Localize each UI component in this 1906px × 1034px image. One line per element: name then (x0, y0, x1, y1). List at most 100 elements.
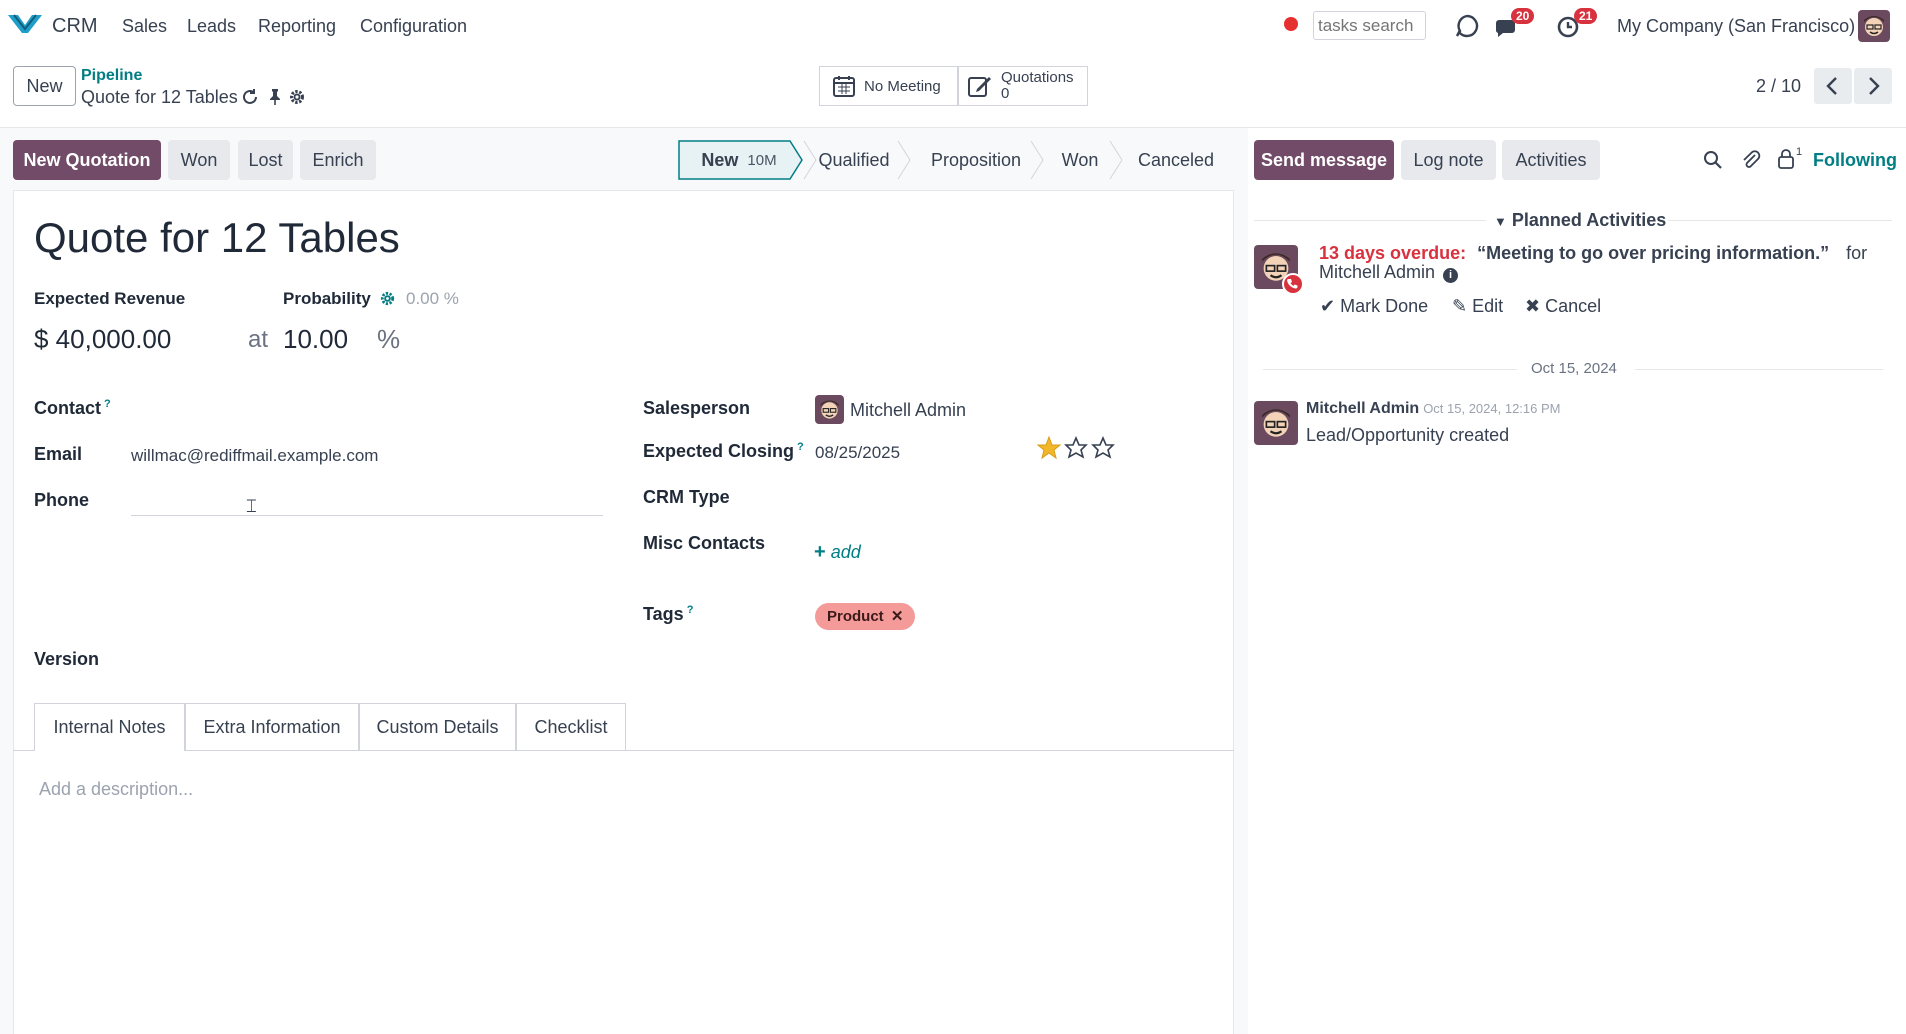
tab-internal-notes[interactable]: Internal Notes (34, 703, 185, 751)
auto-probability-value: 0.00 % (406, 289, 459, 308)
message-date: Oct 15, 2024, 12:16 PM (1423, 401, 1561, 416)
quotations-label: Quotations (1001, 69, 1074, 86)
settings-gear-icon[interactable] (288, 88, 306, 111)
pager-previous-button[interactable] (1814, 68, 1852, 104)
salesperson-field[interactable]: Mitchell Admin (850, 400, 966, 421)
chatter-search-icon[interactable] (1703, 150, 1723, 175)
edit-document-icon (967, 74, 993, 98)
messages-count-badge: 20 (1511, 8, 1535, 24)
pager-next-button[interactable] (1854, 68, 1892, 104)
menu-configuration[interactable]: Configuration (360, 16, 467, 37)
following-button[interactable]: Following (1813, 150, 1897, 171)
meeting-smart-button[interactable]: No Meeting (819, 66, 958, 106)
date-separator: Oct 15, 2024 (1531, 360, 1617, 377)
text-cursor-icon: ⌶ (246, 496, 257, 516)
probability-input[interactable]: 10.00 (283, 324, 348, 355)
activity-for: for (1846, 243, 1868, 263)
pager-value[interactable]: 2 / 10 (1756, 76, 1801, 97)
activity-info-icon[interactable]: i (1443, 268, 1459, 283)
expected-closing-field[interactable]: 08/25/2025 (815, 443, 900, 463)
new-record-button[interactable]: New (13, 66, 76, 106)
log-note-button[interactable]: Log note (1401, 140, 1496, 180)
version-label: Version (34, 649, 100, 669)
pin-icon[interactable] (267, 88, 283, 111)
contact-help-icon[interactable]: ? (104, 398, 111, 410)
breadcrumb-pipeline[interactable]: Pipeline (81, 67, 142, 85)
edit-label: Edit (1472, 296, 1504, 316)
enrich-button[interactable]: Enrich (300, 140, 376, 180)
description-editor[interactable]: Add a description... (39, 779, 193, 800)
stage-won[interactable]: Won (1044, 140, 1116, 180)
auto-probability-gear-icon[interactable] (379, 290, 396, 312)
stage-proposition[interactable]: Proposition (910, 140, 1042, 180)
followers-lock-icon[interactable] (1777, 149, 1795, 174)
recording-indicator-icon[interactable] (1284, 17, 1298, 31)
pencil-icon: ✎ (1452, 296, 1468, 316)
expected-closing-label-text: Expected Closing (643, 441, 795, 461)
message-author[interactable]: Mitchell Admin Oct 15, 2024, 12:16 PM (1306, 400, 1561, 418)
tags-help-icon[interactable]: ? (687, 604, 694, 616)
expected-revenue-label: Expected Revenue (34, 289, 186, 308)
user-avatar[interactable] (1858, 10, 1890, 42)
activities-clock-icon[interactable]: 21 (1556, 8, 1598, 40)
priority-stars[interactable] (1036, 435, 1117, 465)
voip-icon[interactable] (1453, 12, 1483, 40)
stage-new[interactable]: New 10M (680, 140, 798, 180)
send-message-button[interactable]: Send message (1254, 140, 1394, 180)
messages-icon[interactable]: 20 (1493, 8, 1535, 40)
opportunity-title[interactable]: Quote for 12 Tables (34, 214, 400, 262)
tasks-search-input[interactable] (1313, 11, 1426, 40)
mark-won-button[interactable]: Won (168, 140, 230, 180)
edit-activity-link[interactable]: ✎ Edit (1452, 296, 1503, 317)
cancel-activity-link[interactable]: ✖ Cancel (1525, 296, 1601, 317)
breadcrumb-current: Quote for 12 Tables (81, 87, 238, 107)
expected-revenue-input[interactable]: $ 40,000.00 (34, 324, 171, 355)
activity-summary: 13 days overdue: “Meeting to go over pri… (1319, 244, 1879, 283)
email-field[interactable]: willmac@rediffmail.example.com (131, 446, 378, 466)
menu-leads[interactable]: Leads (187, 16, 236, 37)
tag-badge: Product ✕ (815, 603, 916, 630)
date-divider-right (1635, 369, 1883, 370)
tag-label: Product (827, 608, 884, 625)
quotations-smart-button[interactable]: Quotations 0 (958, 66, 1088, 106)
planned-divider-right (1668, 220, 1892, 221)
chevron-left-icon (1826, 77, 1837, 95)
check-icon: ✔ (1320, 296, 1336, 316)
message-author-name: Mitchell Admin (1306, 400, 1420, 417)
contact-label: Contact? (34, 398, 111, 419)
message-author-avatar[interactable] (1254, 401, 1298, 445)
activities-button[interactable]: Activities (1502, 140, 1600, 180)
tab-checklist[interactable]: Checklist (516, 703, 626, 750)
add-link-text: add (830, 542, 861, 562)
form-sheet (13, 190, 1234, 1034)
refresh-icon[interactable] (241, 88, 259, 111)
phone-call-icon (1282, 273, 1304, 295)
tab-extra-information[interactable]: Extra Information (185, 703, 359, 750)
crm-app-icon[interactable] (8, 13, 42, 35)
planned-activities-toggle[interactable]: ▼ Planned Activities (1494, 210, 1666, 231)
planned-activities-title: Planned Activities (1511, 210, 1667, 230)
stage-qualified[interactable]: Qualified (804, 140, 904, 180)
calendar-icon (832, 74, 856, 98)
company-switcher[interactable]: My Company (San Francisco) (1617, 16, 1855, 37)
mark-done-link[interactable]: ✔ Mark Done (1320, 296, 1428, 317)
mark-lost-button[interactable]: Lost (238, 140, 293, 180)
new-quotation-button[interactable]: New Quotation (13, 140, 161, 180)
misc-contacts-label: Misc Contacts (643, 533, 766, 553)
add-misc-contact-link[interactable]: + add (814, 541, 861, 564)
tab-custom-details[interactable]: Custom Details (359, 703, 516, 750)
app-name[interactable]: CRM (52, 15, 98, 38)
stage-canceled[interactable]: Canceled (1122, 140, 1230, 180)
tag-remove-icon[interactable]: ✕ (891, 608, 904, 625)
attachment-paperclip-icon[interactable] (1741, 149, 1761, 176)
priority-star-1-icon (1036, 435, 1062, 460)
tags-label-text: Tags (643, 604, 684, 624)
email-label: Email (34, 444, 83, 464)
phone-field[interactable] (131, 515, 603, 516)
top-navbar: CRM Sales Leads Reporting Configuration … (0, 0, 1906, 53)
expected-closing-help-icon[interactable]: ? (797, 441, 804, 453)
expected-closing-label: Expected Closing? (643, 441, 804, 462)
menu-sales[interactable]: Sales (122, 16, 167, 37)
salesperson-avatar (815, 395, 844, 424)
menu-reporting[interactable]: Reporting (258, 16, 336, 37)
